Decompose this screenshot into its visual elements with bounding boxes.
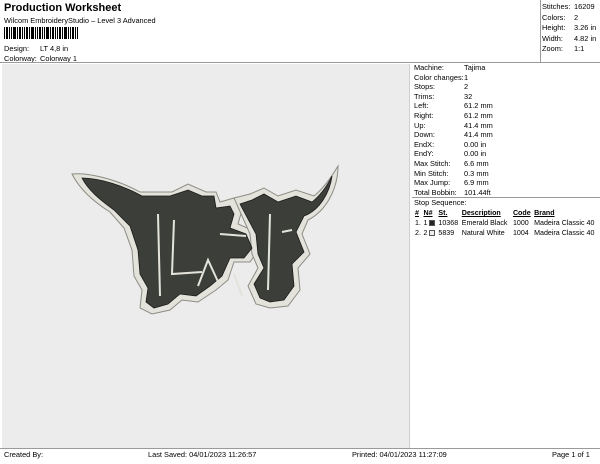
stop-sequence-title: Stop Sequence: [414,198,467,207]
design-row: Design: LT 4,8 in [4,44,68,53]
info-row-stops: Stops: 2 [414,82,469,92]
last-saved: Last Saved: 04/01/2023 11:26:57 [148,450,257,459]
software-subtitle: Wilcom EmbroideryStudio – Level 3 Advanc… [4,16,156,25]
col-header-code: Code [512,209,531,217]
col-header-index: # [415,209,419,217]
info-row-right: Right: 61.2 mm [414,110,493,120]
stop-sequence-header: # N# St. Description Code Brand [414,208,600,218]
info-row-trims: Trims: 32 [414,91,473,101]
summary-divider [540,0,541,63]
info-row-color-changes: Color changes:1 [414,72,469,82]
worksheet-title: Production Worksheet [4,2,122,14]
embroidery-design-image [71,164,339,315]
col-header-brand: Brand [534,209,555,217]
printed-date: Printed: 04/01/2023 11:27:09 [352,450,447,459]
design-value: LT 4,8 in [40,44,69,53]
stop-row: 2. 2 5839 Natural White 1004 Madeira Cla… [415,229,595,237]
machine-info-panel: Machine: Tajima Color changes:1 Stops: 2 T… [414,63,598,197]
footer-divider [0,448,600,449]
info-row-max-jump: Max Jump: 6.9 mm [414,178,489,188]
page-number: Page 1 of 1 [552,450,590,459]
summary-panel: Stitches: 16209 Colors: 2 Height: 3.26 in W… [542,2,598,55]
design-preview [2,64,410,448]
design-label: Design: [4,44,30,53]
col-header-needle: N# [423,209,433,217]
col-header-description: Description [461,209,501,217]
color-swatch-white [429,230,436,237]
info-row-up: Up: 41.4 mm [414,120,493,130]
summary-row-height: Height: 3.26 in [542,23,597,32]
created-by: Created By: [4,450,44,459]
summary-row-zoom: Zoom: 1:1 [542,44,585,53]
info-row-endx: EndX: 0.00 in [414,139,487,149]
info-row-max-stitch: Max Stitch: 6.6 mm [414,158,489,168]
summary-row-width: Width: 4.82 in [542,33,597,43]
barcode [4,27,84,39]
info-row-endy: EndY: 0.00 in [414,149,487,159]
color-swatch-black [429,220,436,227]
summary-row-colors: Colors: 2 [542,12,579,22]
info-row-min-stitch: Min Stitch: 0.3 mm [414,168,489,178]
info-row-total-bobbin: Total Bobbin: 101.44ft [414,187,491,197]
info-row-down: Down: 41.4 mm [414,130,493,140]
stop-row: 1. 1 10368 Emerald Black 1000 Madeira Cl… [415,219,595,227]
stop-sequence-table: # N# St. Description Code Brand 1. 1 103… [414,208,600,238]
info-row-machine: Machine: Tajima [414,63,486,72]
col-header-stitches: St. [438,209,448,217]
info-row-left: Left: 61.2 mm [414,101,493,111]
summary-row-stitches: Stitches: 16209 [542,2,595,11]
